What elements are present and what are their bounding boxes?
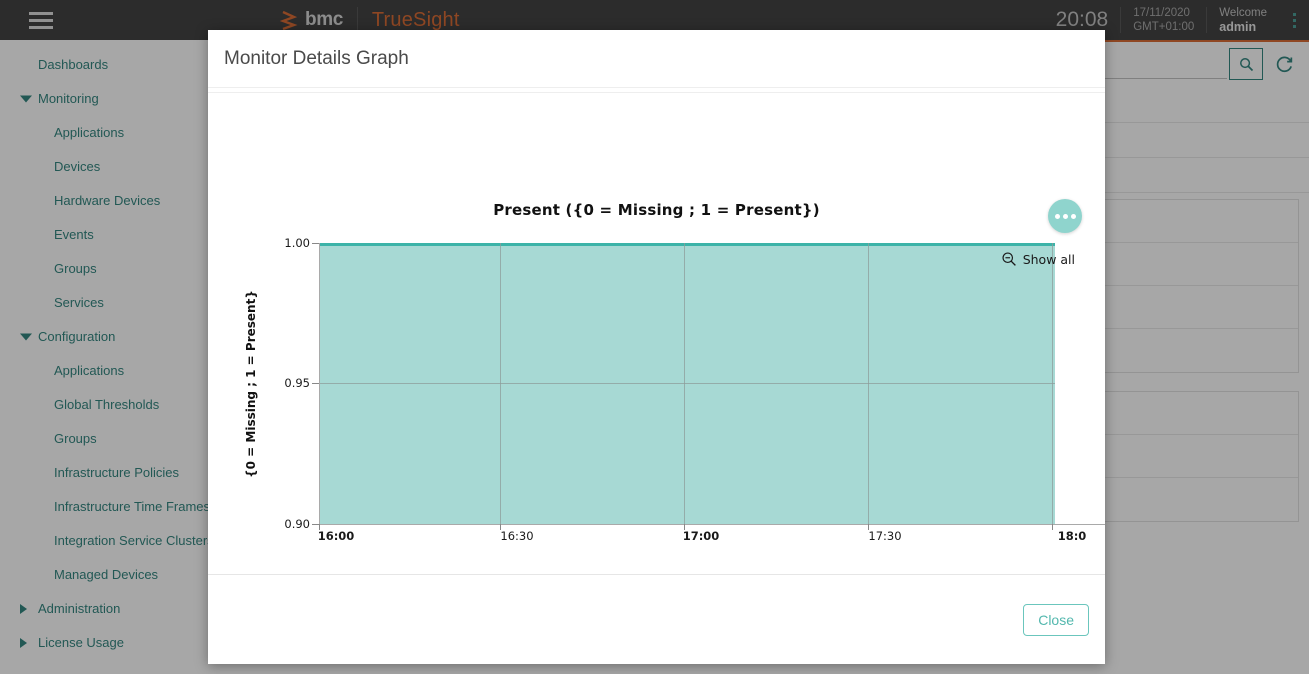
chart-options-button[interactable]	[1048, 199, 1082, 233]
close-button[interactable]: Close	[1023, 603, 1089, 636]
x-axis-line	[319, 524, 1105, 525]
x-tick-label: 17:30	[868, 529, 902, 543]
dialog-footer: Close	[208, 574, 1105, 664]
dialog-body: Present ({0 = Missing ; 1 = Present}) {0…	[208, 92, 1105, 574]
dialog-header: Monitor Details Graph	[208, 30, 1105, 88]
gridline-vertical	[1052, 243, 1053, 524]
x-tick-label: 17:00	[682, 529, 720, 543]
gridline-horizontal	[319, 383, 1055, 384]
gridline-vertical	[684, 243, 685, 524]
show-all-button[interactable]: Show all	[1001, 251, 1075, 267]
y-tick-label: 0.90	[284, 517, 310, 531]
x-tick-label: 16:00	[317, 529, 355, 543]
overflow-dots-icon-dot	[1062, 213, 1068, 219]
chart: Present ({0 = Missing ; 1 = Present}) {0…	[208, 93, 1105, 574]
chart-title: Present ({0 = Missing ; 1 = Present})	[493, 201, 820, 219]
overflow-dots-icon-dot	[1070, 213, 1076, 219]
y-axis-line	[319, 243, 320, 524]
gridline-vertical	[500, 243, 501, 524]
x-tick-label: 18:0	[1057, 529, 1087, 543]
show-all-label: Show all	[1022, 251, 1075, 267]
monitor-details-graph-dialog: Monitor Details Graph Present ({0 = Miss…	[208, 30, 1105, 664]
gridline-vertical	[868, 243, 869, 524]
y-tick-mark	[312, 243, 319, 244]
zoom-out-icon	[1002, 252, 1016, 266]
app-root: Dashboards Monitoring Applications Devic…	[0, 0, 1309, 674]
y-tick-label: 1.00	[284, 236, 310, 250]
x-tick-label: 16:30	[500, 529, 534, 543]
graph-panel: Present ({0 = Missing ; 1 = Present}) {0…	[208, 92, 1105, 574]
y-tick-mark	[312, 524, 319, 525]
y-axis-tick-labels: 1.00 0.95 0.90	[254, 236, 310, 531]
y-tick-label: 0.95	[284, 376, 310, 390]
y-tick-mark	[312, 383, 319, 384]
x-axis-tick-labels: 16:00 16:30 17:00 17:30 18:0	[317, 529, 1105, 549]
dialog-title: Monitor Details Graph	[224, 47, 409, 69]
plot-area[interactable]	[319, 243, 1105, 524]
overflow-dots-icon-dot	[1054, 213, 1060, 219]
